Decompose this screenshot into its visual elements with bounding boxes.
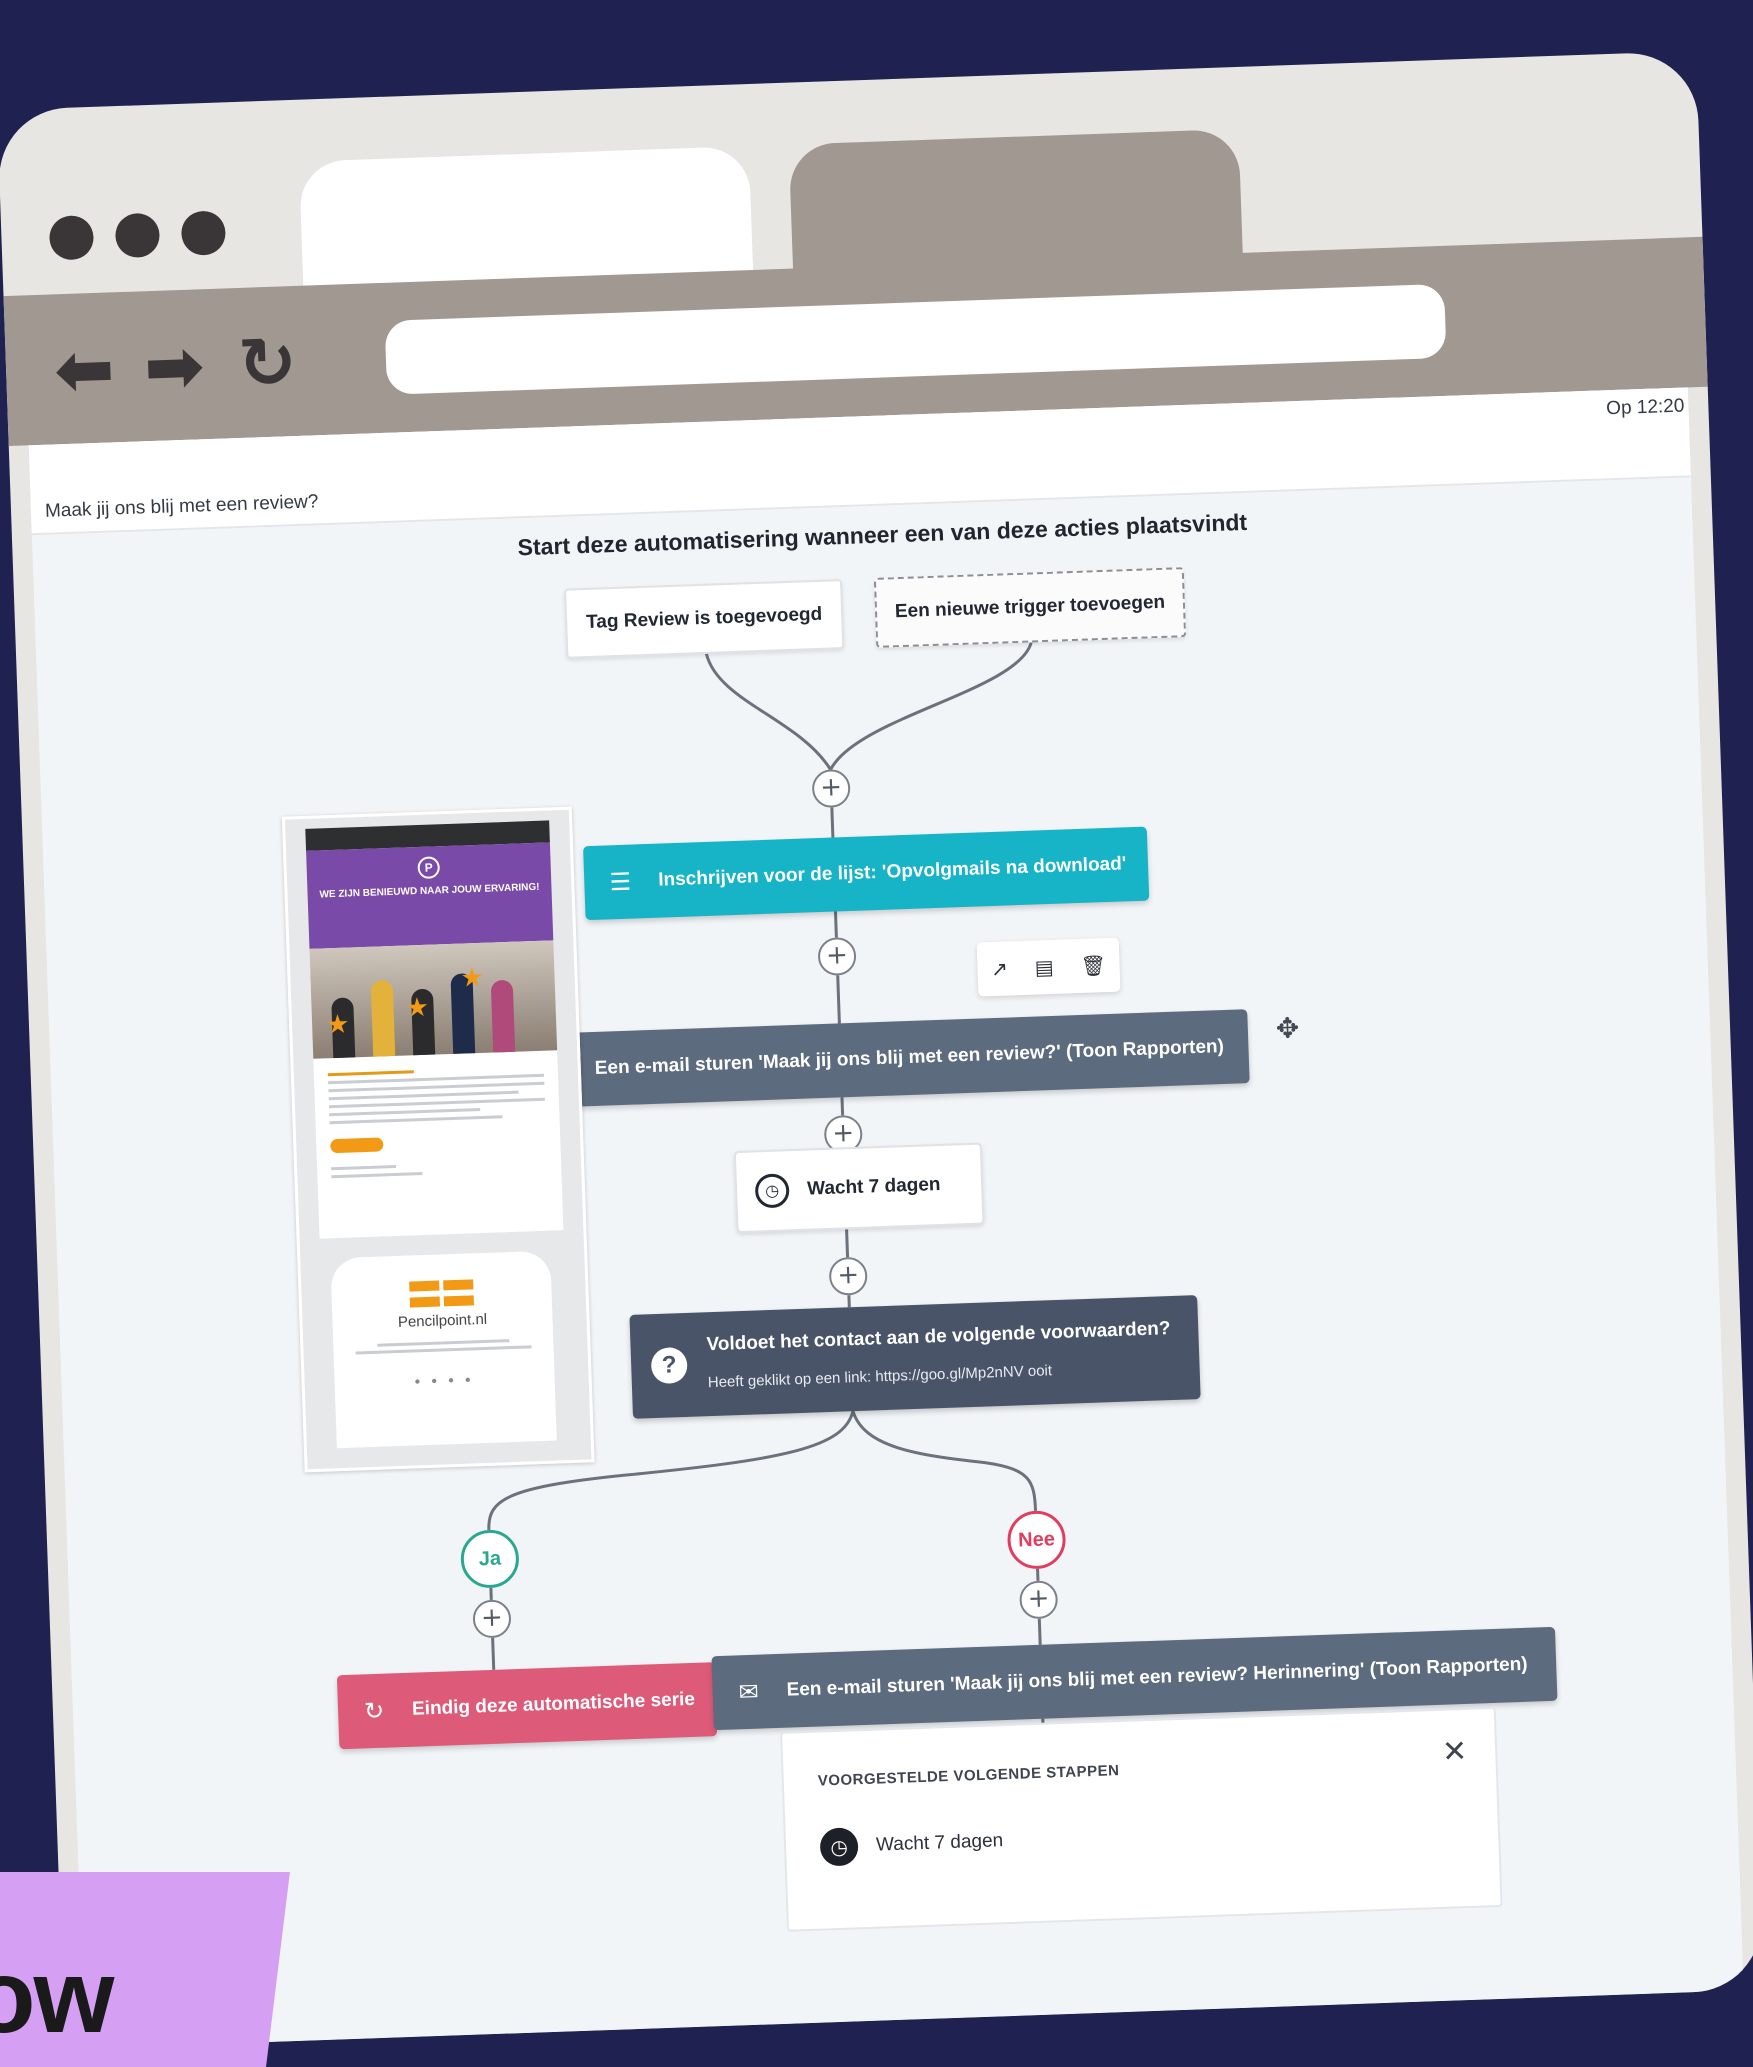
clock-icon: ◷ — [754, 1173, 790, 1209]
note-icon[interactable]: ▤ — [1034, 955, 1054, 980]
suggested-step-wait[interactable]: ◷ Wacht 7 dagen — [819, 1822, 1004, 1867]
list-icon: ☰ — [609, 867, 632, 897]
envelope-icon: ✉ — [738, 1677, 760, 1707]
suggested-steps-panel: VOORGESTELDE VOLGENDE STAPPEN ✕ ◷ Wacht … — [780, 1706, 1503, 1932]
clock-icon: ◷ — [819, 1827, 859, 1867]
step-end-automation[interactable]: ↻ Eindig deze automatische serie — [336, 1662, 718, 1750]
browser-window: ⬅ ➡ ↻ Maak jij ons blij met een review? … — [0, 50, 1753, 2050]
star-icon: ★ — [460, 962, 485, 994]
step-condition[interactable]: ? Voldoet het contact aan de volgende vo… — [629, 1295, 1201, 1419]
footer-tags — [332, 1293, 552, 1311]
text-line — [355, 1345, 532, 1355]
email-preview-headline: WE ZIJN BENIEUWD NAAR JOUW ERVARING! — [319, 881, 540, 901]
address-bar[interactable] — [384, 283, 1447, 395]
person-figure — [490, 979, 516, 1053]
window-dot-maximize[interactable] — [180, 210, 227, 256]
app-content: Maak jij ons blij met een review? Op 12:… — [28, 387, 1744, 2049]
text-line — [331, 1164, 396, 1171]
move-icon[interactable]: ✥ — [1275, 1011, 1300, 1045]
add-trigger-button[interactable]: Een nieuwe trigger toevoegen — [873, 567, 1187, 648]
text-line — [331, 1172, 423, 1179]
person-figure — [370, 979, 396, 1057]
step-label: Een e-mail sturen 'Maak jij ons blij met… — [786, 1653, 1528, 1701]
text-line — [327, 1070, 415, 1077]
text-line — [329, 1115, 503, 1125]
condition-detail: Heeft geklikt op een link: https://goo.g… — [707, 1362, 1053, 1392]
email-preview-cta: ​ — [330, 1137, 384, 1154]
text-line — [328, 1097, 545, 1109]
step-label: Inschrijven voor de lijst: 'Opvolgmails … — [657, 853, 1127, 891]
step-wait[interactable]: ◷ Wacht 7 dagen — [733, 1142, 985, 1234]
stage: ⬅ ➡ ↻ Maak jij ons blij met een review? … — [0, 0, 1753, 2067]
email-preview-body: P WE ZIJN BENIEUWD NAAR JOUW ERVARING! ★ — [305, 820, 564, 1239]
saved-status: Op 12:20 — [1605, 395, 1685, 420]
footer-tag — [443, 1295, 475, 1307]
reload-icon[interactable]: ↻ — [237, 321, 298, 405]
text-line — [377, 1339, 510, 1347]
forward-arrow-icon[interactable]: ➡ — [143, 323, 206, 409]
trigger-tag-added[interactable]: Tag Review is toegevoegd — [564, 579, 845, 659]
suggested-step-label: Wacht 7 dagen — [875, 1830, 1004, 1856]
brand-logo-icon: P — [417, 856, 441, 880]
footer-brand: Pencilpoint.nl — [397, 1310, 488, 1331]
back-arrow-icon[interactable]: ⬅ — [53, 326, 116, 412]
step-label: Eindig deze automatische serie — [411, 1688, 696, 1720]
close-icon[interactable]: ✕ — [1441, 1734, 1467, 1770]
social-icons: ● ● ● ● — [414, 1374, 476, 1388]
email-preview-footer: Pencilpoint.nl ● ● ● ● — [330, 1250, 557, 1449]
open-external-icon[interactable]: ↗ — [991, 957, 1009, 982]
step-label: Een e-mail sturen 'Maak jij ons blij met… — [594, 1036, 1225, 1079]
step-toolbox: ↗ ▤ 🗑 — [976, 937, 1121, 997]
footer-tag — [409, 1280, 440, 1292]
browser-tab-active[interactable] — [298, 146, 754, 292]
footer-tag — [443, 1279, 474, 1291]
automation-canvas: Start deze automatisering wanneer een va… — [32, 477, 1744, 2048]
step-label: Wacht 7 dagen — [806, 1173, 941, 1200]
email-preview-text: ​ — [313, 1050, 562, 1193]
window-dot-close[interactable] — [48, 214, 95, 261]
window-dot-minimize[interactable] — [114, 212, 161, 259]
text-line — [329, 1107, 481, 1117]
browser-frame: ⬅ ➡ ↻ Maak jij ons blij met een review? … — [0, 11, 1753, 2067]
footer-tag — [409, 1296, 441, 1308]
promo-text: ow — [0, 1939, 114, 2055]
campaign-name[interactable]: Maak jij ons blij met een review? — [45, 491, 319, 523]
trash-icon[interactable]: 🗑 — [1080, 953, 1106, 978]
question-icon: ? — [650, 1346, 688, 1385]
end-loop-icon: ↻ — [363, 1696, 385, 1726]
window-controls — [48, 210, 227, 261]
email-preview-hero: P WE ZIJN BENIEUWD NAAR JOUW ERVARING! — [306, 842, 554, 949]
footer-tags — [331, 1277, 551, 1295]
email-preview[interactable]: P WE ZIJN BENIEUWD NAAR JOUW ERVARING! ★ — [281, 806, 595, 1473]
suggested-steps-title: VOORGESTELDE VOLGENDE STAPPEN — [817, 1762, 1120, 1790]
browser-tab-inactive[interactable] — [788, 128, 1243, 275]
star-icon: ★ — [325, 1009, 350, 1041]
star-icon: ★ — [405, 992, 430, 1024]
team-photo: ★ ★ ★ — [309, 940, 558, 1059]
condition-title: Voldoet het contact aan de volgende voor… — [706, 1318, 1171, 1356]
